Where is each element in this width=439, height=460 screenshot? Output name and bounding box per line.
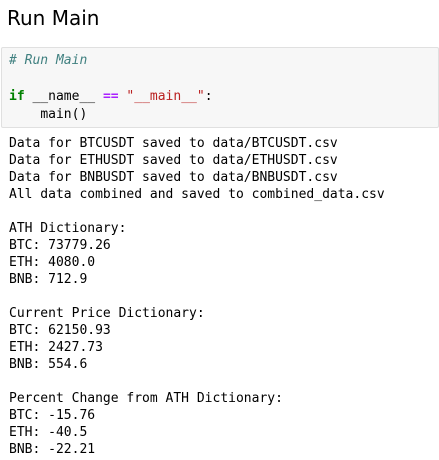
name-variable: __name__ — [32, 89, 96, 104]
cell-output: Data for BTCUSDT saved to data/BTCUSDT.c… — [9, 135, 385, 458]
code-line-if: if __name__ == "__main__": — [9, 88, 213, 106]
output-line: ETH: -40.5 — [9, 425, 88, 440]
output-line: ATH Dictionary: — [9, 221, 127, 236]
equality-operator: == — [102, 89, 119, 104]
notebook-page: Run Main # Run Main if __name__ == "__mai… — [0, 0, 439, 460]
code-line-call: main() — [9, 106, 213, 124]
output-line: All data combined and saved to combined_… — [9, 187, 385, 202]
code-editor[interactable]: # Run Main if __name__ == "__main__": mai… — [9, 52, 213, 124]
output-line: BTC: -15.76 — [9, 408, 96, 423]
code-comment: # Run Main — [9, 53, 88, 68]
output-line: BTC: 73779.26 — [9, 238, 111, 253]
output-line: Current Price Dictionary: — [9, 306, 205, 321]
output-line: Data for BNBUSDT saved to data/BNBUSDT.c… — [9, 170, 338, 185]
code-cell[interactable]: # Run Main if __name__ == "__main__": mai… — [1, 47, 439, 128]
output-line: BNB: -22.21 — [9, 442, 96, 457]
colon: : — [204, 89, 213, 104]
output-line: BTC: 62150.93 — [9, 323, 111, 338]
code-line-comment: # Run Main — [9, 52, 213, 70]
output-line: Data for BTCUSDT saved to data/BTCUSDT.c… — [9, 136, 338, 151]
output-line: Data for ETHUSDT saved to data/ETHUSDT.c… — [9, 153, 338, 168]
main-call: main() — [40, 107, 88, 122]
output-line: BNB: 554.6 — [9, 357, 88, 372]
if-keyword: if — [9, 89, 25, 104]
section-heading: Run Main — [7, 6, 100, 30]
output-line: ETH: 2427.73 — [9, 340, 103, 355]
main-string: "__main__" — [126, 89, 205, 104]
output-line: BNB: 712.9 — [9, 272, 88, 287]
output-line: ETH: 4080.0 — [9, 255, 96, 270]
output-line: Percent Change from ATH Dictionary: — [9, 391, 283, 406]
